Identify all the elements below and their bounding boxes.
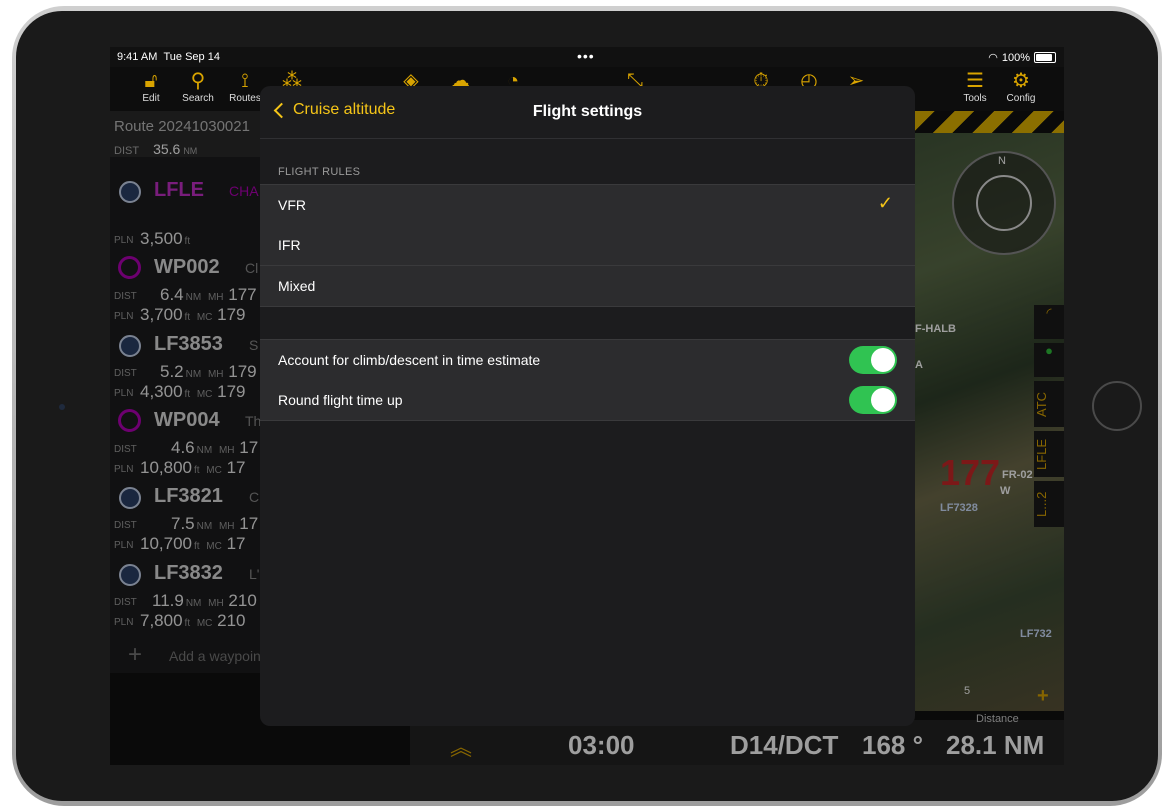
section-header-flight-rules: FLIGHT RULES (278, 166, 361, 178)
toolbar-config[interactable]: ⚙ Config (998, 69, 1044, 104)
search-icon: ⚲ (190, 70, 206, 92)
multitask-dots[interactable]: ••• (577, 48, 595, 64)
rule-option-vfr[interactable]: VFR ✓ (260, 184, 915, 226)
rule-option-mixed[interactable]: Mixed (260, 266, 915, 307)
toolbar-edit-label: Edit (142, 93, 160, 104)
lock-open-icon: 🔓︎ (144, 70, 158, 92)
rule-option-label: VFR (278, 197, 306, 213)
rule-option-label: Mixed (278, 278, 316, 294)
battery-percent: 100% (1001, 51, 1030, 64)
gear-icon: ⚙ (1012, 70, 1030, 92)
home-button[interactable] (1092, 381, 1142, 431)
rule-option-label: IFR (278, 237, 301, 253)
checkmark-icon: ✓ (877, 193, 893, 213)
round-time-toggle[interactable] (849, 386, 897, 414)
camera-dot (59, 404, 65, 410)
setting-row-climb-descent: Account for climb/descent in time estima… (260, 339, 915, 381)
climb-descent-toggle[interactable] (849, 346, 897, 374)
toolbar-search-label: Search (182, 93, 214, 104)
setting-label: Round flight time up (278, 392, 403, 408)
flight-settings-sheet: Cruise altitude Flight settings FLIGHT R… (260, 86, 915, 726)
screen: 9:41 AM Tue Sep 14 ••• ◠ 100% 🔓︎ Edit ⚲ … (110, 47, 1064, 765)
setting-row-round-time: Round flight time up (260, 380, 915, 421)
wifi-icon: ◠ (988, 52, 998, 64)
toolbar-tools-label: Tools (963, 93, 987, 104)
toolbar-config-label: Config (1006, 93, 1036, 104)
sheet-title: Flight settings (532, 103, 643, 120)
status-time: 9:41 AM Tue Sep 14 (117, 51, 220, 63)
toolbar-tools[interactable]: ☰ Tools (952, 69, 998, 104)
status-right: ◠ 100% (988, 51, 1056, 64)
rule-option-ifr[interactable]: IFR (260, 225, 915, 266)
sheet-nav-bar: Cruise altitude Flight settings (260, 86, 915, 139)
battery-icon (1034, 52, 1056, 63)
menu-icon: ☰ (966, 70, 984, 92)
toolbar-edit[interactable]: 🔓︎ Edit (128, 69, 174, 104)
toolbar-search[interactable]: ⚲ Search (175, 69, 221, 104)
setting-label: Account for climb/descent in time estima… (278, 352, 541, 368)
status-bar: 9:41 AM Tue Sep 14 ••• ◠ 100% (110, 47, 1064, 67)
